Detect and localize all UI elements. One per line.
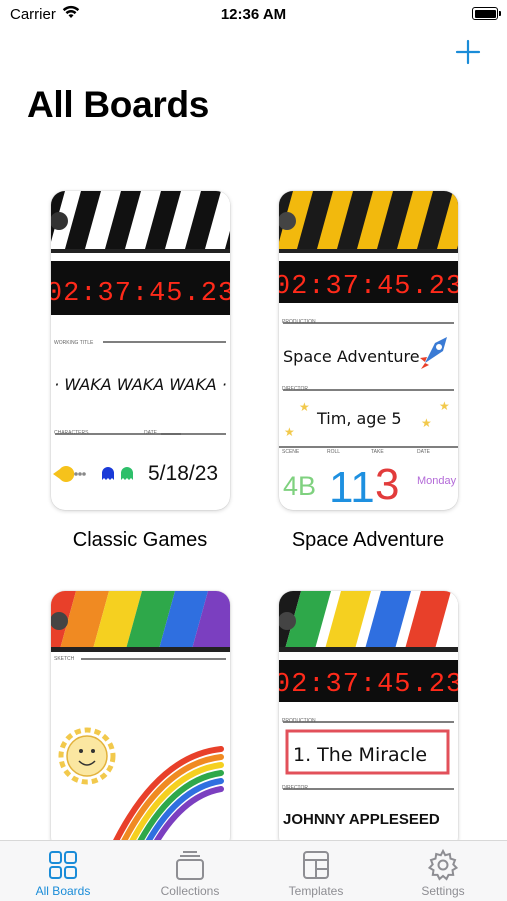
pacman-drawing [53, 466, 75, 482]
director-value: Tim, age 5 [316, 409, 402, 428]
sketch-label: SKETCH [54, 656, 75, 662]
tab-all-boards[interactable]: All Boards [0, 841, 126, 901]
characters-label: CHARACTERS [54, 430, 89, 436]
page-title: All Boards [27, 84, 210, 125]
tab-label: Templates [288, 884, 344, 898]
production-value: Space Adventure [283, 347, 420, 366]
add-board-button[interactable] [454, 38, 482, 66]
scene-value: 4B [283, 471, 316, 501]
director-label: DIRECTOR [282, 785, 308, 791]
battery-icon [472, 7, 501, 20]
svg-text:★: ★ [299, 400, 310, 414]
stack-icon [176, 851, 204, 880]
take-value: 3 [375, 460, 399, 509]
board-card-space-adventure[interactable]: 02:37:45.23 PRODUCTION Space Adventure D… [279, 191, 458, 510]
date-value: 5/18/23 [148, 462, 218, 485]
production-label: PRODUCTION [282, 319, 316, 325]
roll-label: ROLL [327, 449, 340, 455]
gear-icon [427, 849, 459, 881]
tab-templates[interactable]: Templates [253, 841, 379, 901]
board-card-the-miracle[interactable]: 02:37:45.23 PRODUCTION 1. The Miracle DI… [279, 591, 458, 851]
tab-collections[interactable]: Collections [127, 841, 253, 901]
date-value: Monday [417, 475, 457, 487]
tab-label: All Boards [35, 884, 91, 898]
date-label: DATE [144, 430, 158, 436]
status-bar: Carrier 12:36 AM [0, 0, 507, 30]
timecode: 02:37:45.23 [279, 670, 458, 700]
tab-settings[interactable]: Settings [380, 841, 506, 901]
board-card-classic-games[interactable]: 02:37:45.23 WORKING TITLE · WAKA WAKA WA… [51, 191, 230, 510]
sun-drawing [58, 727, 116, 785]
tab-bar: All Boards Collections Templates Setting… [0, 840, 507, 901]
tab-label: Collections [160, 884, 220, 898]
clapperboard-art: 02:37:45.23 PRODUCTION Space Adventure D… [279, 191, 458, 510]
grid-icon [49, 851, 77, 879]
working-title-value: · WAKA WAKA WAKA · [54, 375, 227, 394]
rainbow-drawing [108, 746, 224, 851]
board-card-sketch[interactable]: SKETCH [51, 591, 230, 851]
rocket-drawing [420, 337, 447, 369]
plus-icon [455, 39, 481, 65]
svg-text:★: ★ [284, 425, 295, 439]
clapperboard-art: 02:37:45.23 WORKING TITLE · WAKA WAKA WA… [51, 191, 230, 485]
timecode: 02:37:45.23 [51, 279, 230, 309]
tab-label: Settings [421, 884, 465, 898]
take-label: TAKE [371, 449, 384, 455]
svg-text:★: ★ [439, 399, 450, 413]
timecode: 02:37:45.23 [279, 272, 458, 302]
date-label: DATE [417, 449, 431, 455]
svg-text:★: ★ [421, 416, 432, 430]
clapperboard-art: 02:37:45.23 PRODUCTION 1. The Miracle DI… [279, 591, 458, 828]
production-label: PRODUCTION [282, 718, 316, 724]
clapperboard-art: SKETCH [51, 591, 230, 851]
scene-label: SCENE [282, 449, 300, 455]
director-value: JOHNNY APPLESEED [283, 811, 440, 828]
director-label: DIRECTOR [282, 386, 308, 392]
template-icon [303, 851, 329, 879]
working-title-label: WORKING TITLE [54, 340, 94, 346]
roll-value: 11 [329, 463, 375, 510]
clock-label: 12:36 AM [220, 6, 287, 23]
production-value: 1. The Miracle [293, 744, 427, 766]
board-title-space-adventure[interactable]: Space Adventure [253, 529, 483, 552]
board-title-classic-games[interactable]: Classic Games [25, 529, 255, 552]
